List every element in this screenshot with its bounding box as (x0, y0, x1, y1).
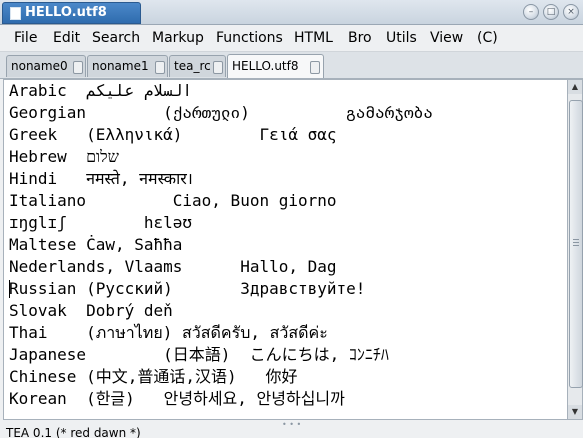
scrollbar-thumb[interactable] (569, 100, 583, 388)
close-icon[interactable]: × (563, 4, 579, 20)
tab-close-icon[interactable] (213, 61, 223, 74)
menu-html[interactable]: HTML (294, 30, 333, 46)
editor-line[interactable]: Japanese (日本語) こんにちは, ｺﾝﾆﾁﾊ (9, 344, 389, 366)
editor-line[interactable]: Georgian (ქართული) გამარჯობა (9, 102, 433, 124)
maximize-icon[interactable]: □ (543, 4, 559, 20)
editor-line[interactable]: Chinese (中文,普通话,汉语) 你好 (9, 366, 298, 388)
text-cursor (9, 280, 10, 298)
menu-view[interactable]: View (430, 30, 463, 46)
editor-line[interactable]: Greek (Ελληνικά) Γειά σας (9, 124, 337, 146)
editor-line[interactable]: Hindi नमस्ते, नमस्कार। (9, 168, 193, 190)
editor-line[interactable]: Hebrew שלום (9, 146, 119, 168)
tab-noname0[interactable]: noname0 (6, 55, 86, 77)
document-icon (10, 7, 21, 20)
menu-c[interactable]: (C) (477, 30, 498, 46)
grip-line (573, 239, 579, 240)
menu-search[interactable]: Search (92, 30, 140, 46)
tab-bar: noname0 noname1 tea_rc HELLO.utf8 (0, 52, 583, 79)
tab-label: HELLO.utf8 (232, 59, 299, 73)
menu-edit[interactable]: Edit (53, 30, 80, 46)
tab-close-icon[interactable] (155, 61, 165, 74)
menu-utils[interactable]: Utils (386, 30, 417, 46)
tab-noname1[interactable]: noname1 (87, 55, 168, 77)
menu-functions[interactable]: Functions (216, 30, 283, 46)
editor-line[interactable]: Nederlands, Vlaams Hallo, Dag (9, 256, 337, 278)
vertical-scrollbar[interactable]: ▲ ▼ (567, 79, 583, 420)
window-title: HELLO.utf8 (25, 5, 107, 20)
grip-line (573, 245, 579, 246)
grip-line (573, 242, 579, 243)
menu-file[interactable]: File (14, 30, 37, 46)
status-bar: TEA 0.1 (* red dawn *) (0, 425, 583, 438)
scroll-down-arrow-icon[interactable]: ▼ (568, 405, 582, 419)
tab-label: noname0 (11, 59, 68, 73)
minimize-icon[interactable]: – (523, 4, 539, 20)
status-text: TEA 0.1 (* red dawn *) (6, 426, 141, 438)
text-editor[interactable]: Arabic السلام عليكم Georgian (ქართული) გ… (3, 79, 568, 420)
title-bar[interactable]: HELLO.utf8 – □ × (0, 0, 583, 25)
menu-bar: File Edit Search Markup Functions HTML B… (0, 25, 583, 52)
tab-close-icon[interactable] (310, 61, 320, 74)
window-title-tab[interactable]: HELLO.utf8 (2, 2, 141, 24)
editor-line[interactable]: ɪŋglɪʃ hɛləʊ (9, 212, 192, 234)
menu-markup[interactable]: Markup (152, 30, 204, 46)
editor-line[interactable]: Arabic السلام عليكم (9, 80, 192, 102)
tab-label: tea_rc (174, 59, 211, 73)
tab-close-icon[interactable] (73, 61, 83, 74)
editor-line[interactable]: Maltese Ċaw, Saħħa (9, 234, 182, 256)
tab-hello-utf8[interactable]: HELLO.utf8 (227, 54, 324, 78)
scroll-up-arrow-icon[interactable]: ▲ (568, 80, 582, 94)
editor-line[interactable]: Korean (한글) 안녕하세요, 안녕하십니까 (9, 388, 345, 410)
tab-tea-rc[interactable]: tea_rc (169, 55, 226, 77)
editor-line[interactable]: Slovak Dobrý deň (9, 300, 173, 322)
tab-label: noname1 (92, 59, 149, 73)
menu-bro[interactable]: Bro (348, 30, 372, 46)
editor-line[interactable]: Thai (ภาษาไทย) สวัสดีครับ, สวัสดีค่ะ (9, 322, 328, 344)
app-window: HELLO.utf8 – □ × File Edit Search Markup… (0, 0, 583, 438)
editor-line[interactable]: Italiano Ciao, Buon giorno (9, 190, 337, 212)
editor-line[interactable]: Russian (Русский) Здравствуйте! (9, 278, 365, 300)
